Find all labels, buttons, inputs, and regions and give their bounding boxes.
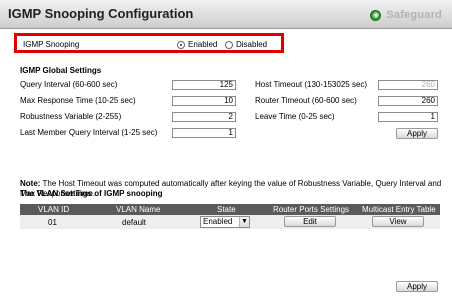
router-ports-edit-button[interactable]: Edit xyxy=(284,216,336,227)
col-multicast-entry: Multicast Entry Table xyxy=(362,205,436,214)
multicast-view-button[interactable]: View xyxy=(372,216,424,227)
igmp-snooping-label: IGMP Snooping xyxy=(23,40,80,49)
router-timeout-input[interactable]: 260 xyxy=(378,96,438,106)
col-state: State xyxy=(217,205,236,214)
radio-disabled-label: Disabled xyxy=(236,40,268,49)
radio-enabled[interactable]: Enabled xyxy=(177,40,217,49)
chevron-down-icon[interactable]: ▼ xyxy=(239,217,249,227)
radio-enabled-circle[interactable] xyxy=(177,40,185,49)
leave-time-input[interactable]: 1 xyxy=(378,112,438,122)
robustness-variable-label: Robustness Variable (2-255) xyxy=(20,112,122,121)
vlan-settings-title: The VLAN Settings of IGMP snooping xyxy=(20,189,163,198)
footer-apply-button[interactable]: Apply xyxy=(396,281,438,292)
query-interval-label: Query Interval (60-600 sec) xyxy=(20,80,118,89)
radio-disabled-circle[interactable] xyxy=(225,40,233,49)
col-router-ports: Router Ports Settings xyxy=(273,205,350,214)
state-select-value: Enabled xyxy=(203,217,233,226)
global-settings-title: IGMP Global Settings xyxy=(20,66,102,75)
robustness-variable-input[interactable]: 2 xyxy=(172,112,236,122)
col-vlan-id: VLAN ID xyxy=(38,205,70,214)
last-member-query-input[interactable]: 1 xyxy=(172,128,236,138)
cell-vlan-id: 01 xyxy=(48,218,57,227)
max-response-time-label: Max Response Time (10-25 sec) xyxy=(20,96,136,105)
safeguard-label: Safeguard xyxy=(386,9,442,21)
cell-vlan-name: default xyxy=(122,218,147,227)
query-interval-input[interactable]: 125 xyxy=(172,80,236,90)
page-title: IGMP Snooping Configuration xyxy=(8,6,194,21)
table-row: 01 default Enabled ▼ Edit View xyxy=(20,215,440,229)
igmp-snooping-row: IGMP Snooping Enabled Disabled xyxy=(14,33,284,53)
safeguard-icon: ◉ xyxy=(370,9,382,21)
router-timeout-label: Router Timeout (60-600 sec) xyxy=(255,96,357,105)
safeguard-indicator: ◉ Safeguard xyxy=(370,8,442,22)
last-member-query-label: Last Member Query Interval (1-25 sec) xyxy=(20,128,158,137)
global-apply-button[interactable]: Apply xyxy=(396,128,438,139)
col-vlan-name: VLAN Name xyxy=(116,205,161,214)
radio-disabled[interactable]: Disabled xyxy=(225,40,267,49)
vlan-table-header: VLAN ID VLAN Name State Router Ports Set… xyxy=(20,204,440,215)
leave-time-label: Leave Time (0-25 sec) xyxy=(255,112,335,121)
title-bar: IGMP Snooping Configuration ◉ Safeguard xyxy=(0,0,452,29)
state-select[interactable]: Enabled ▼ xyxy=(200,216,250,228)
max-response-time-input[interactable]: 10 xyxy=(172,96,236,106)
note-prefix: Note: xyxy=(20,179,41,188)
radio-enabled-label: Enabled xyxy=(188,40,218,49)
host-timeout-input: 260 xyxy=(378,80,438,90)
host-timeout-label: Host Timeout (130-153025 sec) xyxy=(255,80,368,89)
